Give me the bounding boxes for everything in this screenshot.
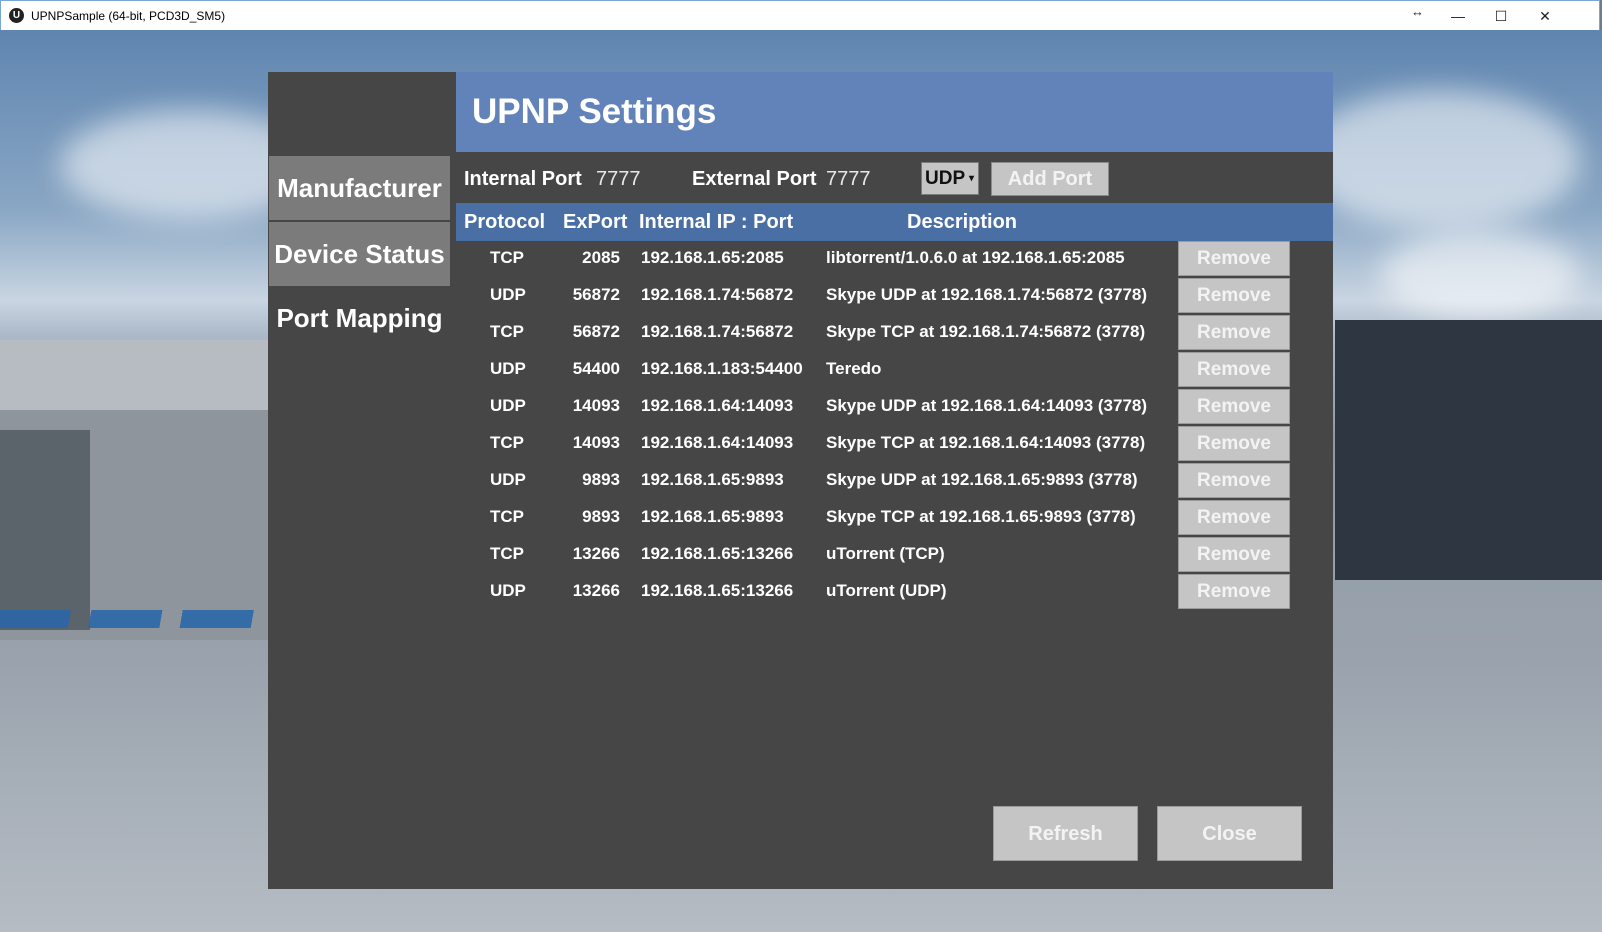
resize-arrows-icon: ↔ — [1411, 4, 1424, 19]
remove-button[interactable]: Remove — [1178, 537, 1290, 572]
table-row: TCP 2085 192.168.1.65:2085 libtorrent/1.0.6… — [456, 241, 1333, 278]
add-port-row: Internal Port 7777 External Port 7777 UD… — [456, 154, 1333, 200]
description-cell: uTorrent (UDP) — [826, 581, 947, 600]
internal-port-field[interactable]: 7777 — [596, 168, 641, 191]
protocol-cell: UDP — [490, 359, 526, 378]
internal-ip-cell: 192.168.1.64:14093 — [641, 396, 794, 415]
nav-port-mapping[interactable]: Port Mapping — [269, 286, 450, 350]
add-port-button[interactable]: Add Port — [991, 162, 1109, 196]
export-port-cell: 56872 — [572, 285, 620, 304]
description-cell: Teredo — [826, 359, 882, 378]
remove-button[interactable]: Remove — [1178, 500, 1290, 535]
description-cell: uTorrent (TCP) — [826, 544, 945, 563]
remove-button[interactable]: Remove — [1178, 278, 1290, 313]
table-row: UDP 54400 192.168.1.183:54400 Teredo Remove — [456, 352, 1333, 389]
remove-button[interactable]: Remove — [1178, 315, 1290, 350]
description-cell: Skype UDP at 192.168.1.65:9893 (3778) — [826, 470, 1138, 489]
protocol-cell: UDP — [490, 285, 526, 304]
protocol-cell: UDP — [490, 470, 526, 489]
building-left-shadow — [0, 430, 90, 630]
export-port-cell: 9893 — [582, 507, 620, 526]
protocol-select[interactable]: UDP ▾ — [921, 162, 979, 195]
close-window-button[interactable]: ✕ — [1522, 1, 1568, 31]
upnp-settings-dialog: UPNP Settings Manufacturer Device Status… — [268, 72, 1333, 889]
table-row: UDP 9893 192.168.1.65:9893 Skype UDP at 192… — [456, 463, 1333, 500]
export-port-cell: 14093 — [572, 396, 620, 415]
chevron-down-icon: ▾ — [968, 173, 974, 184]
building-right — [1335, 320, 1602, 580]
remove-button[interactable]: Remove — [1178, 352, 1290, 387]
floor-marking — [0, 610, 275, 628]
dialog-title: UPNP Settings — [472, 92, 717, 131]
export-port-cell: 54400 — [572, 359, 620, 378]
maximize-button[interactable]: ☐ — [1478, 1, 1524, 31]
col-internal-ip: Internal IP : Port — [639, 211, 794, 233]
export-port-cell: 56872 — [572, 322, 620, 341]
export-port-cell: 9893 — [582, 470, 620, 489]
minimize-button[interactable]: — — [1435, 1, 1481, 31]
col-protocol: Protocol — [464, 211, 546, 233]
protocol-cell: TCP — [490, 433, 524, 452]
table-row: UDP 14093 192.168.1.64:14093 Skype UDP at 1… — [456, 389, 1333, 426]
internal-ip-cell: 192.168.1.74:56872 — [641, 285, 794, 304]
description-cell: libtorrent/1.0.6.0 at 192.168.1.65:2085 — [826, 248, 1125, 267]
protocol-cell: UDP — [490, 581, 526, 600]
internal-ip-cell: 192.168.1.65:13266 — [641, 581, 794, 600]
internal-ip-cell: 192.168.1.74:56872 — [641, 322, 794, 341]
table-row: TCP 56872 192.168.1.74:56872 Skype TCP at 1… — [456, 315, 1333, 352]
remove-button[interactable]: Remove — [1178, 463, 1290, 498]
internal-ip-cell: 192.168.1.65:2085 — [641, 248, 784, 267]
export-port-cell: 13266 — [572, 581, 620, 600]
protocol-cell: TCP — [490, 322, 524, 341]
description-cell: Skype UDP at 192.168.1.64:14093 (3778) — [826, 396, 1148, 415]
table-header: Protocol ExPort Internal IP : Port Descr… — [456, 203, 1333, 241]
remove-button[interactable]: Remove — [1178, 426, 1290, 461]
remove-button[interactable]: Remove — [1178, 574, 1290, 609]
internal-ip-cell: 192.168.1.183:54400 — [641, 359, 803, 378]
window-title: UPNPSample (64-bit, PCD3D_SM5) — [31, 9, 226, 23]
close-button[interactable]: Close — [1157, 806, 1302, 861]
protocol-select-value: UDP — [925, 168, 966, 189]
description-cell: Skype TCP at 192.168.1.64:14093 (3778) — [826, 433, 1146, 452]
cloud — [1380, 230, 1580, 320]
description-cell: Skype TCP at 192.168.1.65:9893 (3778) — [826, 507, 1136, 526]
description-cell: Skype TCP at 192.168.1.74:56872 (3778) — [826, 322, 1146, 341]
table-row: TCP 14093 192.168.1.64:14093 Skype TCP at 1… — [456, 426, 1333, 463]
internal-ip-cell: 192.168.1.65:9893 — [641, 470, 784, 489]
port-mapping-list: TCP 2085 192.168.1.65:2085 libtorrent/1.0.6… — [456, 241, 1333, 611]
nav-manufacturer[interactable]: Manufacturer — [269, 156, 450, 220]
table-row: UDP 13266 192.168.1.65:13266 uTorrent (UDP)… — [456, 574, 1333, 611]
description-cell: Skype UDP at 192.168.1.74:56872 (3778) — [826, 285, 1148, 304]
col-description: Description — [907, 211, 1018, 233]
protocol-cell: TCP — [490, 507, 524, 526]
export-port-cell: 14093 — [572, 433, 620, 452]
table-row: UDP 56872 192.168.1.74:56872 Skype UDP at 1… — [456, 278, 1333, 315]
internal-ip-cell: 192.168.1.65:9893 — [641, 507, 784, 526]
nav-device-status[interactable]: Device Status — [269, 222, 450, 286]
internal-ip-cell: 192.168.1.64:14093 — [641, 433, 794, 452]
export-port-cell: 2085 — [582, 248, 620, 267]
unreal-engine-icon: U — [9, 8, 24, 23]
refresh-button[interactable]: Refresh — [993, 806, 1138, 861]
protocol-cell: UDP — [490, 396, 526, 415]
remove-button[interactable]: Remove — [1178, 241, 1290, 276]
internal-ip-cell: 192.168.1.65:13266 — [641, 544, 794, 563]
external-port-label: External Port — [692, 168, 817, 190]
building-left-roof — [0, 340, 275, 410]
table-row: TCP 9893 192.168.1.65:9893 Skype TCP at 192… — [456, 500, 1333, 537]
protocol-cell: TCP — [490, 248, 524, 267]
protocol-cell: TCP — [490, 544, 524, 563]
export-port-cell: 13266 — [572, 544, 620, 563]
table-row: TCP 13266 192.168.1.65:13266 uTorrent (TCP)… — [456, 537, 1333, 574]
col-export: ExPort — [563, 211, 628, 233]
internal-port-label: Internal Port — [464, 168, 582, 190]
remove-button[interactable]: Remove — [1178, 389, 1290, 424]
window-titlebar[interactable]: U UPNPSample (64-bit, PCD3D_SM5) ↔ — ☐ ✕ — [0, 0, 1600, 30]
external-port-field[interactable]: 7777 — [826, 168, 871, 191]
dialog-header: UPNP Settings — [456, 72, 1333, 152]
cloud — [1300, 90, 1580, 230]
